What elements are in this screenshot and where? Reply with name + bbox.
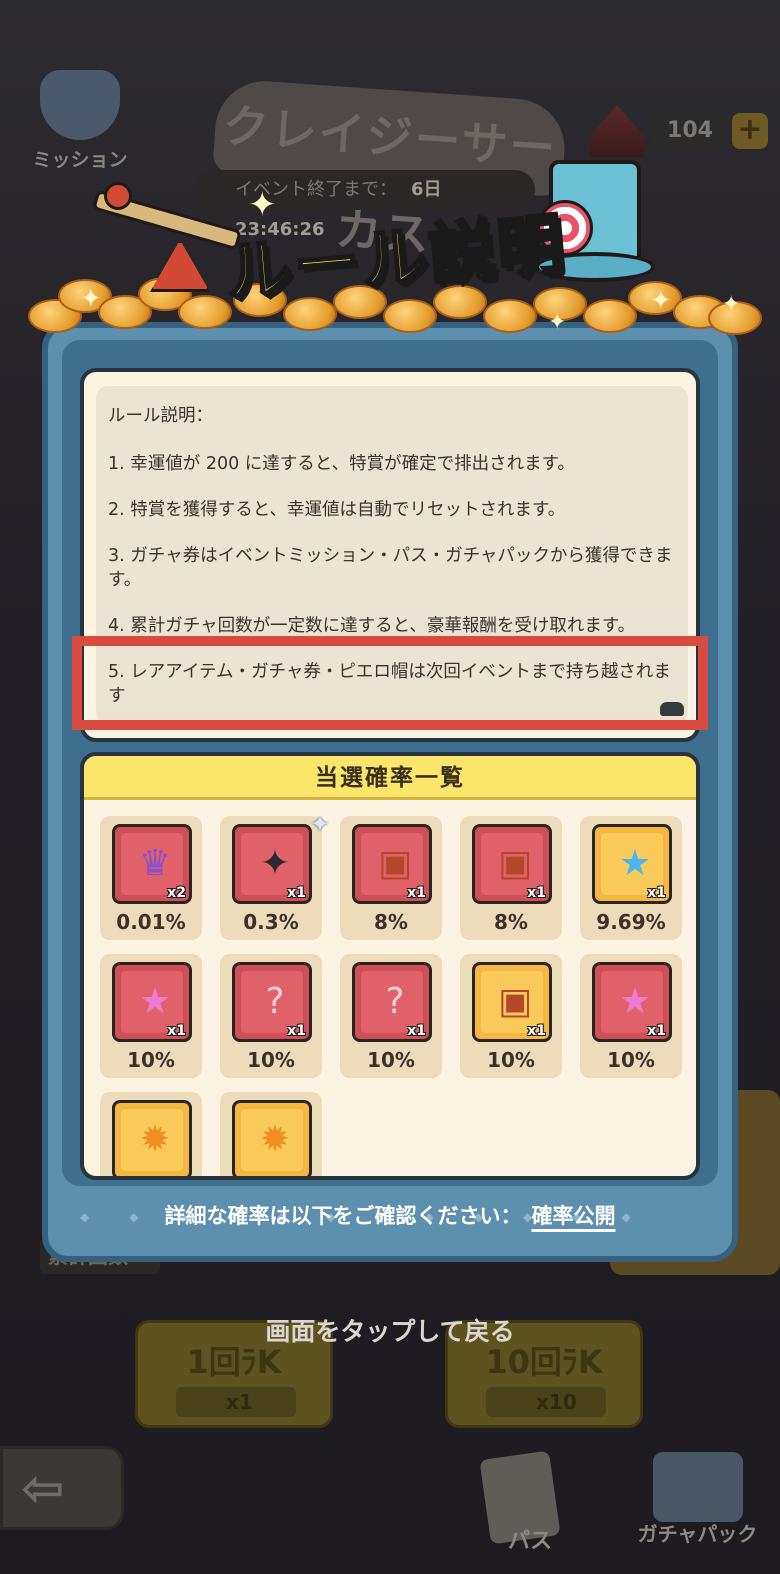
back-button[interactable]: ⇦ [0, 1446, 124, 1530]
item-rate: 10% [247, 1048, 295, 1072]
item-glyph: ★ [138, 981, 172, 1022]
probability-item[interactable]: ♛ x2 0.01% [100, 816, 202, 940]
item-glyph: ▣ [497, 843, 532, 884]
circus-tent-icon [590, 105, 644, 157]
probability-panel[interactable]: 当選確率一覧 ♛ x2 0.01% ✦ x1 ✦ 0.3% ▣ x1 8% ▣ x1 8% ★ x1 9.69… [80, 752, 700, 1180]
blue-star-wand-icon: ★ x1 [592, 824, 672, 904]
item-rate: 8% [494, 910, 528, 934]
probability-item[interactable]: ★ x1 10% [580, 954, 682, 1078]
probability-footer: 詳細な確率は以下をご確認ください： 確率公開 [42, 1200, 738, 1230]
sparkle-icon: ✦ [80, 284, 102, 314]
rule-item-4: 4. 累計ガチャ回数が一定数に達すると、豪華報酬を受け取れます。 [108, 616, 636, 636]
probability-item[interactable]: ★ x1 10% [100, 954, 202, 1078]
rule-5-highlight [72, 636, 708, 730]
shuriken-icon: ✦ x1 [232, 824, 312, 904]
probability-item[interactable]: ✹ [100, 1092, 202, 1176]
treasure-chest-icon: ▣ x1 [352, 824, 432, 904]
probability-item[interactable]: ▣ x1 10% [460, 954, 562, 1078]
mission-button[interactable]: ミッション [30, 60, 130, 171]
item-quantity: x1 [287, 885, 306, 901]
item-glyph: ▣ [377, 843, 412, 884]
item-glyph: ✦ [259, 843, 291, 884]
item-glyph: ✹ [139, 1119, 171, 1160]
mystery-puzzle-icon: ? x1 [232, 962, 312, 1042]
probability-item[interactable]: ? x1 10% [220, 954, 322, 1078]
gift-box-icon [653, 1452, 743, 1522]
item-quantity: x1 [167, 1023, 186, 1039]
probability-disclosure-link[interactable]: 確率公開 [532, 1204, 616, 1228]
item-glyph: ★ [618, 981, 652, 1022]
item-rate: 0.01% [116, 910, 186, 934]
rule-item-3: 3. ガチャ券はイベントミッション・パス・ガチャパックから獲得できます。 [108, 546, 673, 590]
seesaw-ball [104, 182, 132, 210]
probability-item[interactable]: ★ x1 9.69% [580, 816, 682, 940]
nav-pass-button[interactable]: パス [465, 1450, 595, 1555]
rule-item-2: 2. 特賞を獲得すると、幸運値は自動でリセットされます。 [108, 500, 566, 520]
gold-chest-icon: ▣ x1 [472, 962, 552, 1042]
pink-star-wand-icon: ★ x1 [112, 962, 192, 1042]
item-glyph: ✹ [259, 1119, 291, 1160]
rules-heading: ルール説明： [108, 406, 213, 426]
spiky-ball-icon: ✹ [232, 1100, 312, 1176]
item-quantity: x1 [647, 885, 666, 901]
item-glyph: ♛ [138, 843, 172, 884]
probability-item[interactable]: ▣ x1 8% [460, 816, 562, 940]
pull-single-cost: x1 [176, 1387, 296, 1417]
item-rate: 8% [374, 910, 408, 934]
item-quantity: x1 [527, 885, 546, 901]
probability-item[interactable]: ▣ x1 8% [340, 816, 442, 940]
item-glyph: ★ [618, 843, 652, 884]
item-rate: 10% [127, 1048, 175, 1072]
item-quantity: x1 [647, 1023, 666, 1039]
sparkle-icon: ✦ [650, 286, 672, 316]
modal-title: ルール説明 [221, 204, 569, 313]
item-quantity: x1 [407, 1023, 426, 1039]
mystery-puzzle-icon: ? x1 [352, 962, 432, 1042]
item-quantity: x1 [287, 1023, 306, 1039]
nav-gacha-pack-label: ガチャパック [637, 1522, 758, 1546]
nav-pass-label: パス [507, 1529, 552, 1554]
nav-gacha-pack-button[interactable]: ガチャパック [625, 1440, 770, 1550]
probability-grid[interactable]: ♛ x2 0.01% ✦ x1 ✦ 0.3% ▣ x1 8% ▣ x1 8% ★ x1 9.69% ★ x1 10%… [100, 816, 690, 1176]
probability-header: 当選確率一覧 [84, 756, 696, 800]
pink-star-wand-icon: ★ x1 [592, 962, 672, 1042]
probability-item[interactable]: ✦ x1 ✦ 0.3% [220, 816, 330, 940]
item-glyph: ? [265, 981, 285, 1022]
item-rate: 10% [607, 1048, 655, 1072]
item-rate: 10% [367, 1048, 415, 1072]
rule-item-1: 1. 幸運値が 200 に達すると、特賞が確定で排出されます。 [108, 454, 575, 474]
probability-footer-text: 詳細な確率は以下をご確認ください： [164, 1204, 522, 1228]
tap-to-return-hint[interactable]: 画面をタップして戻る [0, 1312, 780, 1348]
currency-count: 104 [650, 111, 730, 151]
item-rate: 9.69% [596, 910, 666, 934]
item-quantity: x1 [527, 1023, 546, 1039]
item-rate: 10% [487, 1048, 535, 1072]
treasure-chest-icon: ▣ x1 [472, 824, 552, 904]
add-currency-button[interactable]: + [732, 113, 768, 149]
sparkle-icon: ✦ [722, 292, 741, 317]
item-glyph: ▣ [497, 981, 532, 1022]
modal-title-banner: ルール説明 [200, 204, 590, 315]
spiky-ball-icon: ✹ [112, 1100, 192, 1176]
item-quantity: x1 [407, 885, 426, 901]
rare-star-badge-icon: ✦ [309, 816, 330, 838]
back-arrow-icon: ⇦ [21, 1459, 65, 1519]
item-glyph: ? [385, 981, 405, 1022]
pull-ten-cost: x10 [486, 1387, 606, 1417]
probability-item[interactable]: ✹ [220, 1092, 322, 1176]
item-quantity: x2 [167, 885, 186, 901]
mission-hat-icon [40, 70, 120, 140]
probability-item[interactable]: ? x1 10% [340, 954, 442, 1078]
jester-hat-icon: ♛ x2 [112, 824, 192, 904]
mission-label: ミッション [32, 149, 128, 171]
currency-display: 104 + [590, 105, 770, 157]
item-rate: 0.3% [243, 910, 299, 934]
